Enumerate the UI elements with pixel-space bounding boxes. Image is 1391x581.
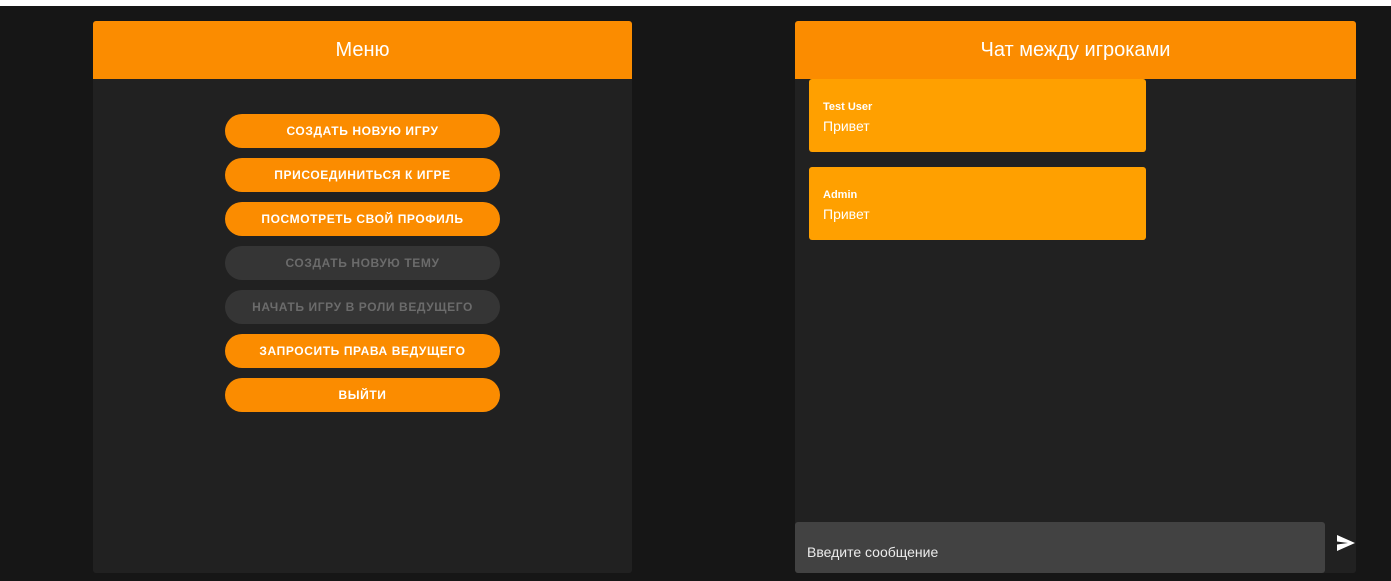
chat-panel: Чат между игроками Test User Привет Admi… <box>795 21 1356 573</box>
menu-title: Меню <box>335 38 390 61</box>
logout-button[interactable]: ВЫЙТИ <box>225 378 500 412</box>
chat-header: Чат между игроками <box>795 21 1356 79</box>
chat-title: Чат между игроками <box>980 38 1171 61</box>
menu-panel: Меню СОЗДАТЬ НОВУЮ ИГРУ ПРИСОЕДИНИТЬСЯ К… <box>93 21 632 573</box>
top-strip <box>0 0 1391 6</box>
message-input[interactable] <box>795 522 1325 573</box>
message-input-container <box>795 522 1325 573</box>
create-topic-button: СОЗДАТЬ НОВУЮ ТЕМУ <box>225 246 500 280</box>
create-game-button[interactable]: СОЗДАТЬ НОВУЮ ИГРУ <box>225 114 500 148</box>
view-profile-button[interactable]: ПОСМОТРЕТЬ СВОЙ ПРОФИЛЬ <box>225 202 500 236</box>
request-host-rights-button[interactable]: ЗАПРОСИТЬ ПРАВА ВЕДУЩЕГО <box>225 334 500 368</box>
chat-message: Test User Привет <box>809 79 1146 152</box>
message-list: Test User Привет Admin Привет <box>809 79 1146 240</box>
start-as-host-button: НАЧАТЬ ИГРУ В РОЛИ ВЕДУЩЕГО <box>225 290 500 324</box>
message-text: Привет <box>823 206 870 222</box>
menu-header: Меню <box>93 21 632 79</box>
menu-list: СОЗДАТЬ НОВУЮ ИГРУ ПРИСОЕДИНИТЬСЯ К ИГРЕ… <box>225 114 500 412</box>
chat-message: Admin Привет <box>809 167 1146 240</box>
send-button[interactable] <box>1331 528 1361 558</box>
send-icon <box>1337 535 1355 551</box>
message-author: Admin <box>823 189 858 201</box>
message-text: Привет <box>823 118 870 134</box>
join-game-button[interactable]: ПРИСОЕДИНИТЬСЯ К ИГРЕ <box>225 158 500 192</box>
message-author: Test User <box>823 101 873 113</box>
